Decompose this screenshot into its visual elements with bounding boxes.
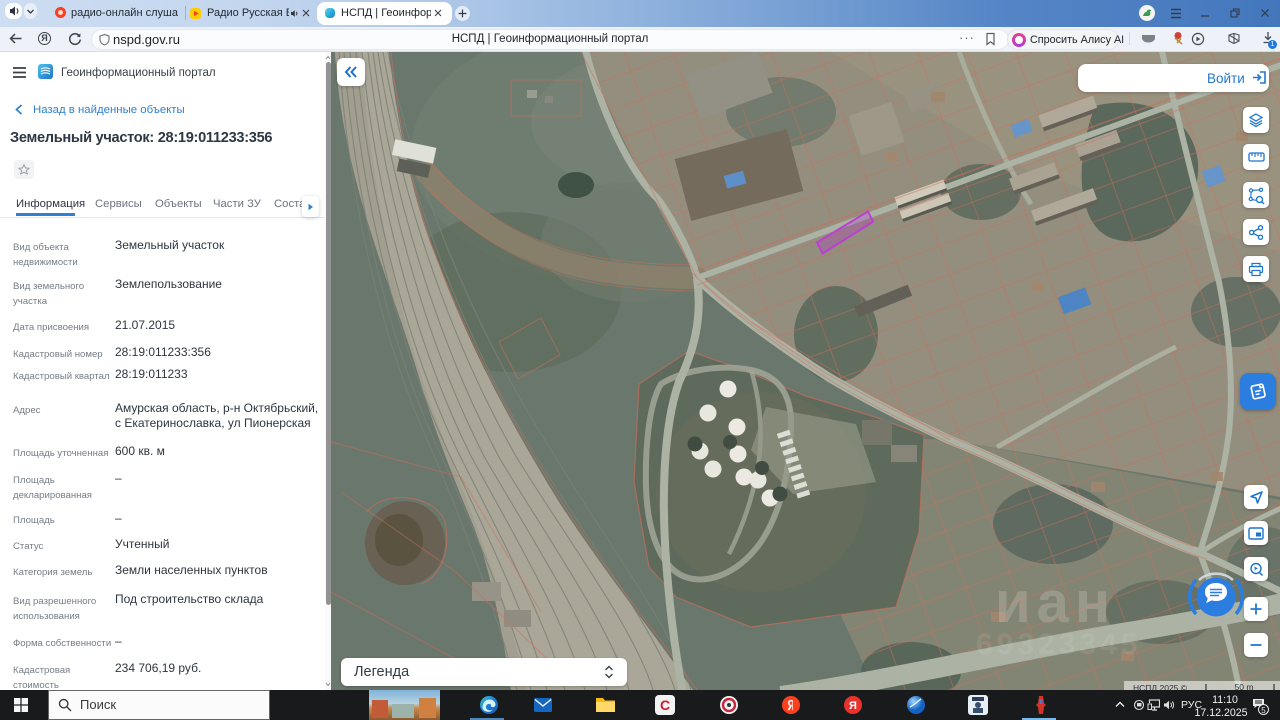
svg-text:иан: иан xyxy=(995,570,1116,635)
svg-text:Я: Я xyxy=(849,700,857,712)
svg-text:69323345: 69323345 xyxy=(976,628,1141,661)
